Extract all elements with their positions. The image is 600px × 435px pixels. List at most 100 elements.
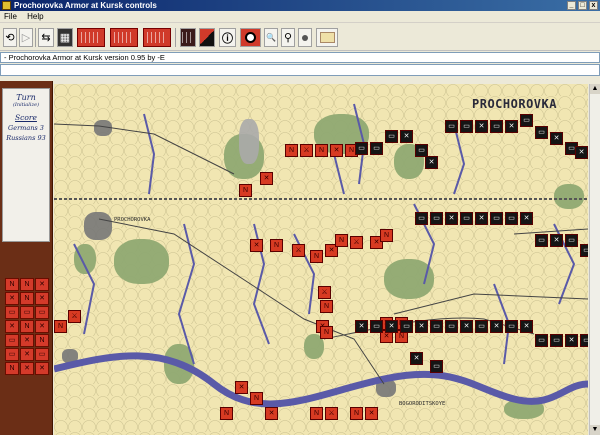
german-counter[interactable]: ⚔ <box>325 407 338 420</box>
chat-input[interactable] <box>0 64 600 76</box>
german-counter[interactable]: N <box>54 320 67 333</box>
counters-button[interactable]: ▦ <box>57 28 73 47</box>
russian-counter[interactable]: ✕ <box>460 320 473 333</box>
pin-button[interactable] <box>298 28 312 47</box>
russian-counter[interactable]: ▭ <box>370 142 383 155</box>
russian-counter[interactable]: ✕ <box>550 234 563 247</box>
german-counter[interactable]: ⚔ <box>350 236 363 249</box>
no-entry-button[interactable] <box>240 28 261 47</box>
tray-counter[interactable]: N <box>35 334 49 347</box>
german-counter[interactable]: N <box>320 326 333 339</box>
scroll-down-icon[interactable]: ▼ <box>590 425 600 435</box>
marker-button[interactable]: ⚲ <box>281 28 295 47</box>
tray-counter[interactable]: ✕ <box>35 320 49 333</box>
german-counter[interactable]: ✕ <box>365 407 378 420</box>
russian-counter[interactable]: ▭ <box>415 212 428 225</box>
minimize-button[interactable]: _ <box>567 1 576 10</box>
german-counter[interactable]: N <box>315 144 328 157</box>
flip-button[interactable] <box>199 28 215 47</box>
tray-counter[interactable]: ✕ <box>20 348 34 361</box>
chart-button[interactable] <box>180 28 196 47</box>
zoom-button[interactable]: 🔍 <box>264 28 278 47</box>
russian-counter[interactable]: ✕ <box>505 120 518 133</box>
russian-counter[interactable]: ▭ <box>445 320 458 333</box>
tray-counter[interactable]: ▭ <box>5 348 19 361</box>
russian-counter[interactable]: ▭ <box>475 320 488 333</box>
german-counter[interactable]: N <box>310 250 323 263</box>
german-counter[interactable]: N <box>270 239 283 252</box>
russian-counter[interactable]: ▭ <box>430 212 443 225</box>
menu-file[interactable]: File <box>4 12 17 21</box>
menu-help[interactable]: Help <box>27 12 43 21</box>
russian-counter[interactable]: ▭ <box>430 360 443 373</box>
tray-counter[interactable]: ▭ <box>5 306 19 319</box>
german-counter[interactable]: N <box>239 184 252 197</box>
german-counter[interactable]: ✕ <box>330 144 343 157</box>
russian-counter[interactable]: ▭ <box>550 334 563 347</box>
german-counter[interactable]: ✕ <box>250 239 263 252</box>
tray-counter[interactable]: ▭ <box>5 334 19 347</box>
step-button[interactable]: ▷ <box>19 28 33 47</box>
german-counter[interactable]: ⚔ <box>292 244 305 257</box>
german-reserve-button[interactable] <box>143 28 171 47</box>
russian-counter[interactable]: ✕ <box>520 212 533 225</box>
tray-counter[interactable]: N <box>20 292 34 305</box>
russian-counter[interactable]: ✕ <box>565 334 578 347</box>
russian-counter[interactable]: ▭ <box>490 120 503 133</box>
close-button[interactable]: x <box>589 1 598 10</box>
german-counter[interactable]: ⚔ <box>300 144 313 157</box>
tray-counter[interactable]: N <box>5 362 19 375</box>
tray-counter[interactable]: ✕ <box>35 362 49 375</box>
russian-counter[interactable]: ✕ <box>475 212 488 225</box>
german-counter[interactable]: N <box>335 234 348 247</box>
russian-counter[interactable]: ▭ <box>580 334 588 347</box>
russian-counter[interactable]: ▭ <box>430 320 443 333</box>
german-counter[interactable]: N <box>285 144 298 157</box>
russian-counter[interactable]: ▭ <box>370 320 383 333</box>
russian-counter[interactable]: ▭ <box>505 320 518 333</box>
german-counter[interactable]: ✕ <box>235 381 248 394</box>
russian-counter[interactable]: ✕ <box>410 352 423 365</box>
tray-counter[interactable]: ✕ <box>35 278 49 291</box>
russian-counter[interactable]: ✕ <box>445 212 458 225</box>
german-counter[interactable]: N <box>310 407 323 420</box>
tray-counter[interactable]: ▭ <box>20 306 34 319</box>
tray-counter[interactable]: ▭ <box>35 348 49 361</box>
russian-counter[interactable]: ▭ <box>535 334 548 347</box>
info-button[interactable]: ⓘ <box>219 28 236 47</box>
tray-counter[interactable]: ✕ <box>20 362 34 375</box>
german-counter[interactable]: ✕ <box>260 172 273 185</box>
german-counter[interactable]: ✕ <box>265 407 278 420</box>
tray-counter[interactable]: N <box>20 278 34 291</box>
tray-counter[interactable]: ▭ <box>35 306 49 319</box>
russian-counter[interactable]: ✕ <box>475 120 488 133</box>
russian-counter[interactable]: ▭ <box>535 126 548 139</box>
russian-counter[interactable]: ▭ <box>535 234 548 247</box>
german-counter[interactable]: N <box>250 392 263 405</box>
russian-counter[interactable]: ✕ <box>520 320 533 333</box>
german-counter[interactable]: N <box>320 300 333 313</box>
tray-counter[interactable]: ✕ <box>35 292 49 305</box>
russian-counter[interactable]: ✕ <box>550 132 563 145</box>
russian-counter[interactable]: ▭ <box>565 234 578 247</box>
turn-card[interactable]: Turn (Initialize) Score Germans 3 Russia… <box>2 88 50 242</box>
russian-counter[interactable]: ▭ <box>460 120 473 133</box>
scroll-up-icon[interactable]: ▲ <box>590 84 600 94</box>
russian-counter[interactable]: ▭ <box>355 142 368 155</box>
russian-counter[interactable]: ✕ <box>400 130 413 143</box>
game-map[interactable]: PROCHOROVKA PROCHOROVKA BOGORODITSKOYE N… <box>54 84 588 435</box>
german-armor-button[interactable] <box>110 28 138 47</box>
german-counter[interactable]: N <box>380 229 393 242</box>
russian-counter[interactable]: ▭ <box>505 212 518 225</box>
tray-counter[interactable]: ✕ <box>5 292 19 305</box>
swap-sides-button[interactable]: ⇆ <box>38 28 54 47</box>
tray-counter[interactable]: N <box>5 278 19 291</box>
russian-counter[interactable]: ▭ <box>580 244 588 257</box>
russian-counter[interactable]: ▭ <box>460 212 473 225</box>
russian-counter[interactable]: ▭ <box>385 130 398 143</box>
map-overview-button[interactable] <box>316 28 338 47</box>
german-counter[interactable]: ⚔ <box>68 310 81 323</box>
tray-counter[interactable]: N <box>20 320 34 333</box>
tray-counter[interactable]: ✕ <box>20 334 34 347</box>
german-counter[interactable]: N <box>350 407 363 420</box>
